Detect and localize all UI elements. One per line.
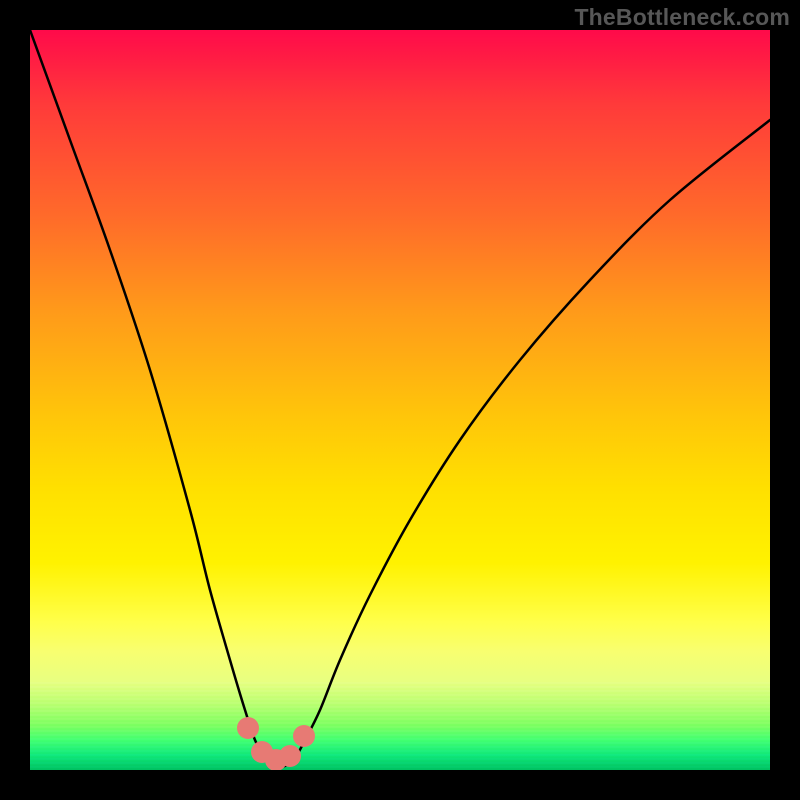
bottleneck-curve	[30, 30, 770, 767]
curve-marker	[237, 717, 259, 739]
watermark-text: TheBottleneck.com	[574, 4, 790, 31]
plot-area	[30, 30, 770, 770]
curve-markers	[237, 717, 315, 770]
chart-svg	[30, 30, 770, 770]
curve-marker	[279, 745, 301, 767]
curve-marker	[293, 725, 315, 747]
